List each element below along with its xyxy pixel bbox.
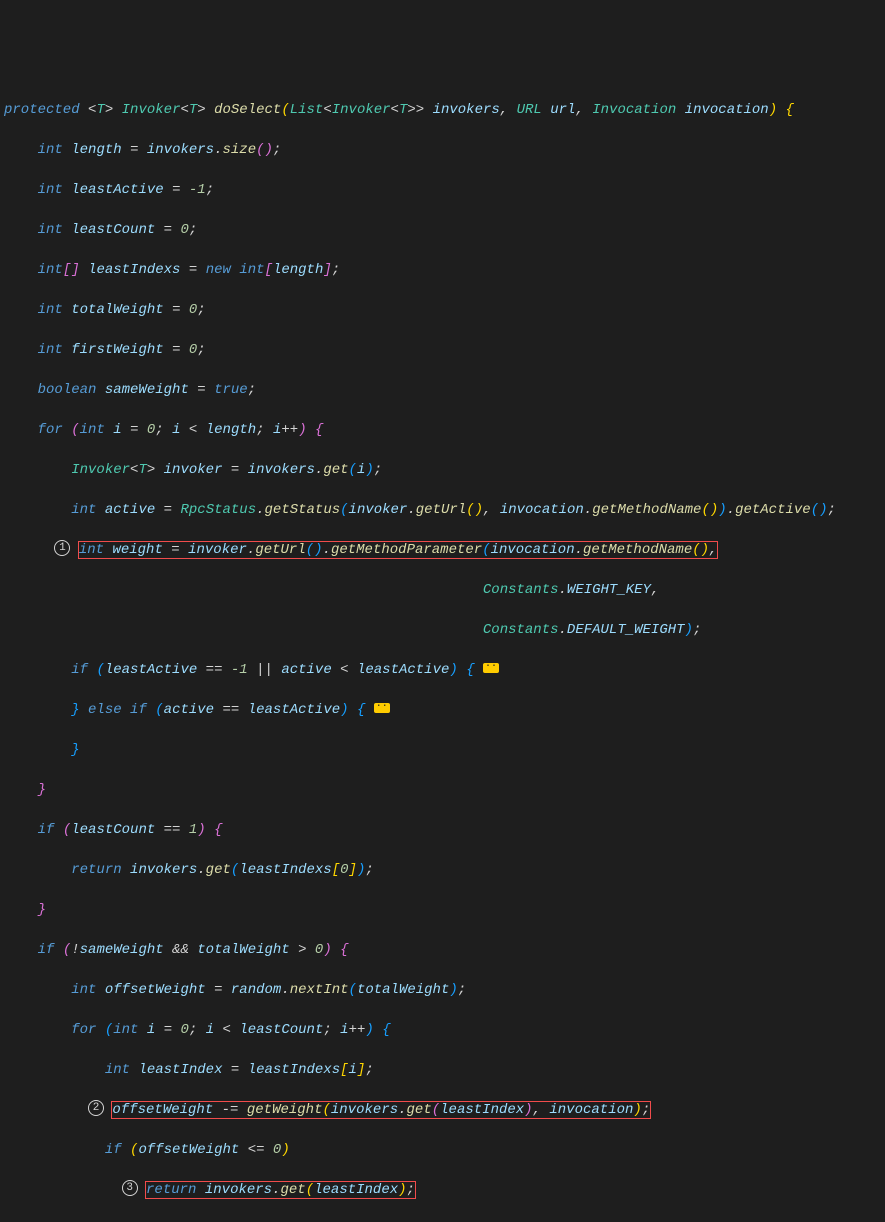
code-line: int firstWeight = 0; xyxy=(4,340,881,360)
code-line: int leastActive = -1; xyxy=(4,180,881,200)
code-line: int[] leastIndexs = new int[length]; xyxy=(4,260,881,280)
highlight-box-3: return invokers.get(leastIndex); xyxy=(146,1182,415,1198)
code-line: Constants.WEIGHT_KEY, xyxy=(4,580,881,600)
annotation-circle-3: 3 xyxy=(122,1180,138,1196)
annotation-circle-2: 2 xyxy=(88,1100,104,1116)
code-line: } xyxy=(4,1220,881,1222)
highlight-box-2: offsetWeight -= getWeight(invokers.get(l… xyxy=(112,1102,650,1118)
code-line: int leastIndex = leastIndexs[i]; xyxy=(4,1060,881,1080)
code-line: int totalWeight = 0; xyxy=(4,300,881,320)
code-line: } xyxy=(4,900,881,920)
code-line: 2 offsetWeight -= getWeight(invokers.get… xyxy=(4,1100,881,1120)
code-line: int offsetWeight = random.nextInt(totalW… xyxy=(4,980,881,1000)
code-line: protected <T> Invoker<T> doSelect(List<I… xyxy=(4,100,881,120)
code-line: } xyxy=(4,740,881,760)
code-line: Constants.DEFAULT_WEIGHT); xyxy=(4,620,881,640)
code-line: return invokers.get(leastIndexs[0]); xyxy=(4,860,881,880)
type: T xyxy=(96,102,104,118)
code-line: 1 int weight = invoker.getUrl().getMetho… xyxy=(4,540,881,560)
code-line: int active = RpcStatus.getStatus(invoker… xyxy=(4,500,881,520)
fold-icon[interactable] xyxy=(374,703,390,713)
code-line: for (int i = 0; i < leastCount; i++) { xyxy=(4,1020,881,1040)
code-line: 3 return invokers.get(leastIndex); xyxy=(4,1180,881,1200)
code-line: for (int i = 0; i < length; i++) { xyxy=(4,420,881,440)
code-line: boolean sameWeight = true; xyxy=(4,380,881,400)
keyword: protected xyxy=(4,102,80,118)
code-block: protected <T> Invoker<T> doSelect(List<I… xyxy=(4,80,881,1222)
code-line: if (!sameWeight && totalWeight > 0) { xyxy=(4,940,881,960)
code-line: if (leastActive == -1 || active < leastA… xyxy=(4,660,881,680)
code-line: if (offsetWeight <= 0) xyxy=(4,1140,881,1160)
highlight-box-1: int weight = invoker.getUrl().getMethodP… xyxy=(79,542,718,558)
fold-icon[interactable] xyxy=(483,663,499,673)
code-line: } else if (active == leastActive) { xyxy=(4,700,881,720)
code-line: int length = invokers.size(); xyxy=(4,140,881,160)
code-line: int leastCount = 0; xyxy=(4,220,881,240)
annotation-circle-1: 1 xyxy=(54,540,70,556)
code-line: if (leastCount == 1) { xyxy=(4,820,881,840)
code-line: Invoker<T> invoker = invokers.get(i); xyxy=(4,460,881,480)
method-name: doSelect xyxy=(214,102,281,118)
code-line: } xyxy=(4,780,881,800)
